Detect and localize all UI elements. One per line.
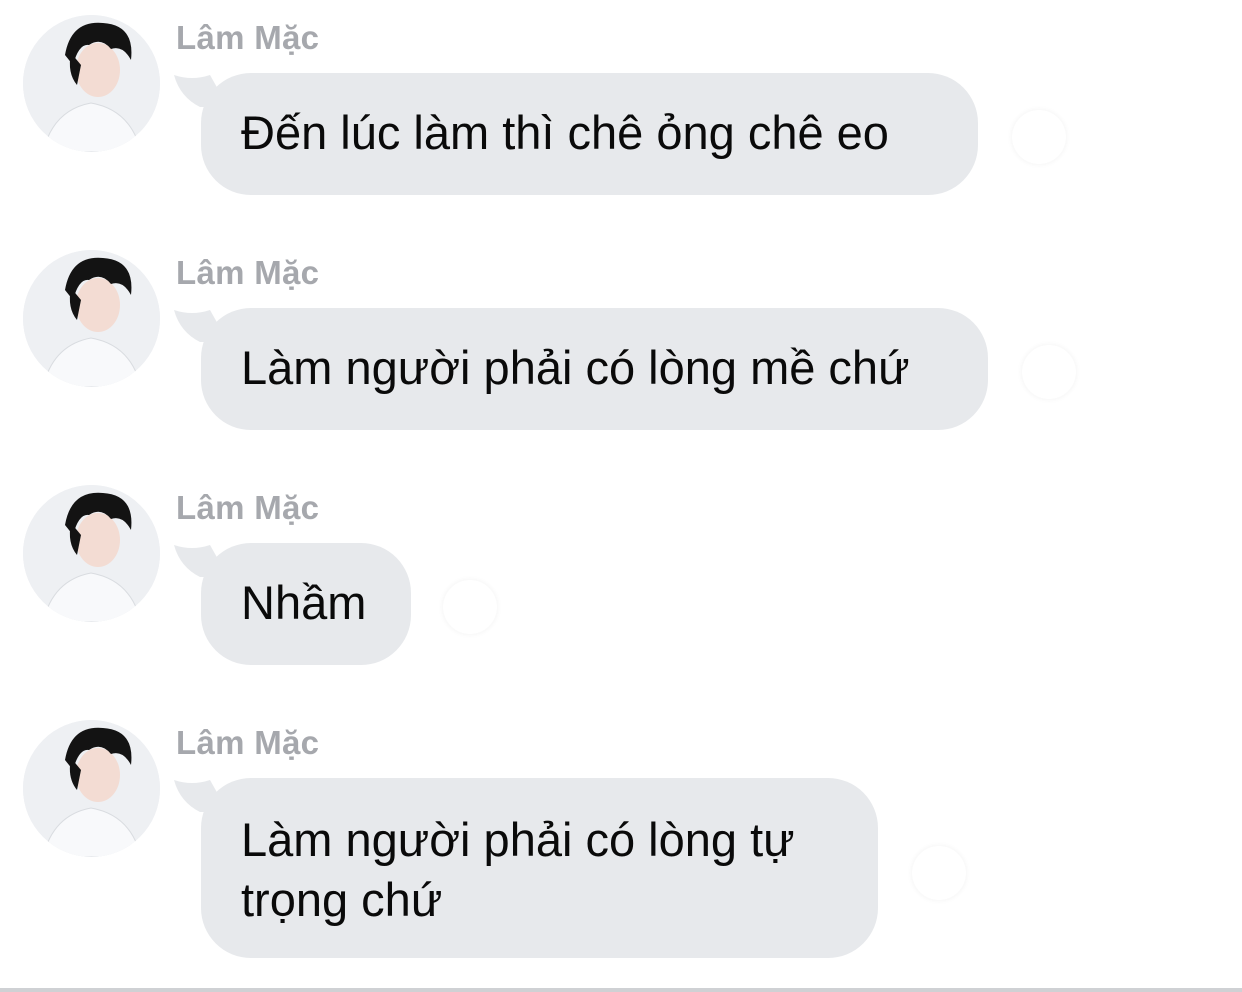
- avatar-photo-icon: [23, 15, 160, 152]
- avatar[interactable]: [23, 720, 160, 857]
- avatar-photo-icon: [23, 485, 160, 622]
- message-bubble[interactable]: Đến lúc làm thì chê ỏng chê eo: [201, 73, 978, 195]
- read-receipt-icon: [1022, 345, 1076, 399]
- message-bubble[interactable]: Làm người phải có lòng mề chứ: [201, 308, 988, 430]
- avatar-photo-icon: [23, 250, 160, 387]
- message-text: Làm người phải có lòng mề chứ: [241, 341, 910, 394]
- avatar[interactable]: [23, 15, 160, 152]
- read-receipt-icon: [1012, 110, 1066, 164]
- chat-thread: Lâm Mặc Đến lúc làm thì chê ỏng chê eo L…: [0, 0, 1242, 992]
- sender-name: Lâm Mặc: [176, 19, 320, 56]
- avatar-photo-icon: [23, 720, 160, 857]
- message-text: Nhầm: [241, 576, 367, 629]
- avatar[interactable]: [23, 250, 160, 387]
- read-receipt-icon: [443, 580, 497, 634]
- message-text-line: Làm người phải có lòng tự: [241, 813, 795, 866]
- sender-name: Lâm Mặc: [176, 489, 320, 526]
- message-bubble[interactable]: Làm người phải có lòng tự trọng chứ: [201, 778, 878, 958]
- read-receipt-icon: [912, 846, 966, 900]
- message-text: Đến lúc làm thì chê ỏng chê eo: [241, 106, 889, 159]
- avatar[interactable]: [23, 485, 160, 622]
- message-bubble[interactable]: Nhầm: [201, 543, 411, 665]
- divider: [0, 988, 1242, 992]
- sender-name: Lâm Mặc: [176, 724, 320, 761]
- message-text-line: trọng chứ: [241, 873, 443, 926]
- sender-name: Lâm Mặc: [176, 254, 320, 291]
